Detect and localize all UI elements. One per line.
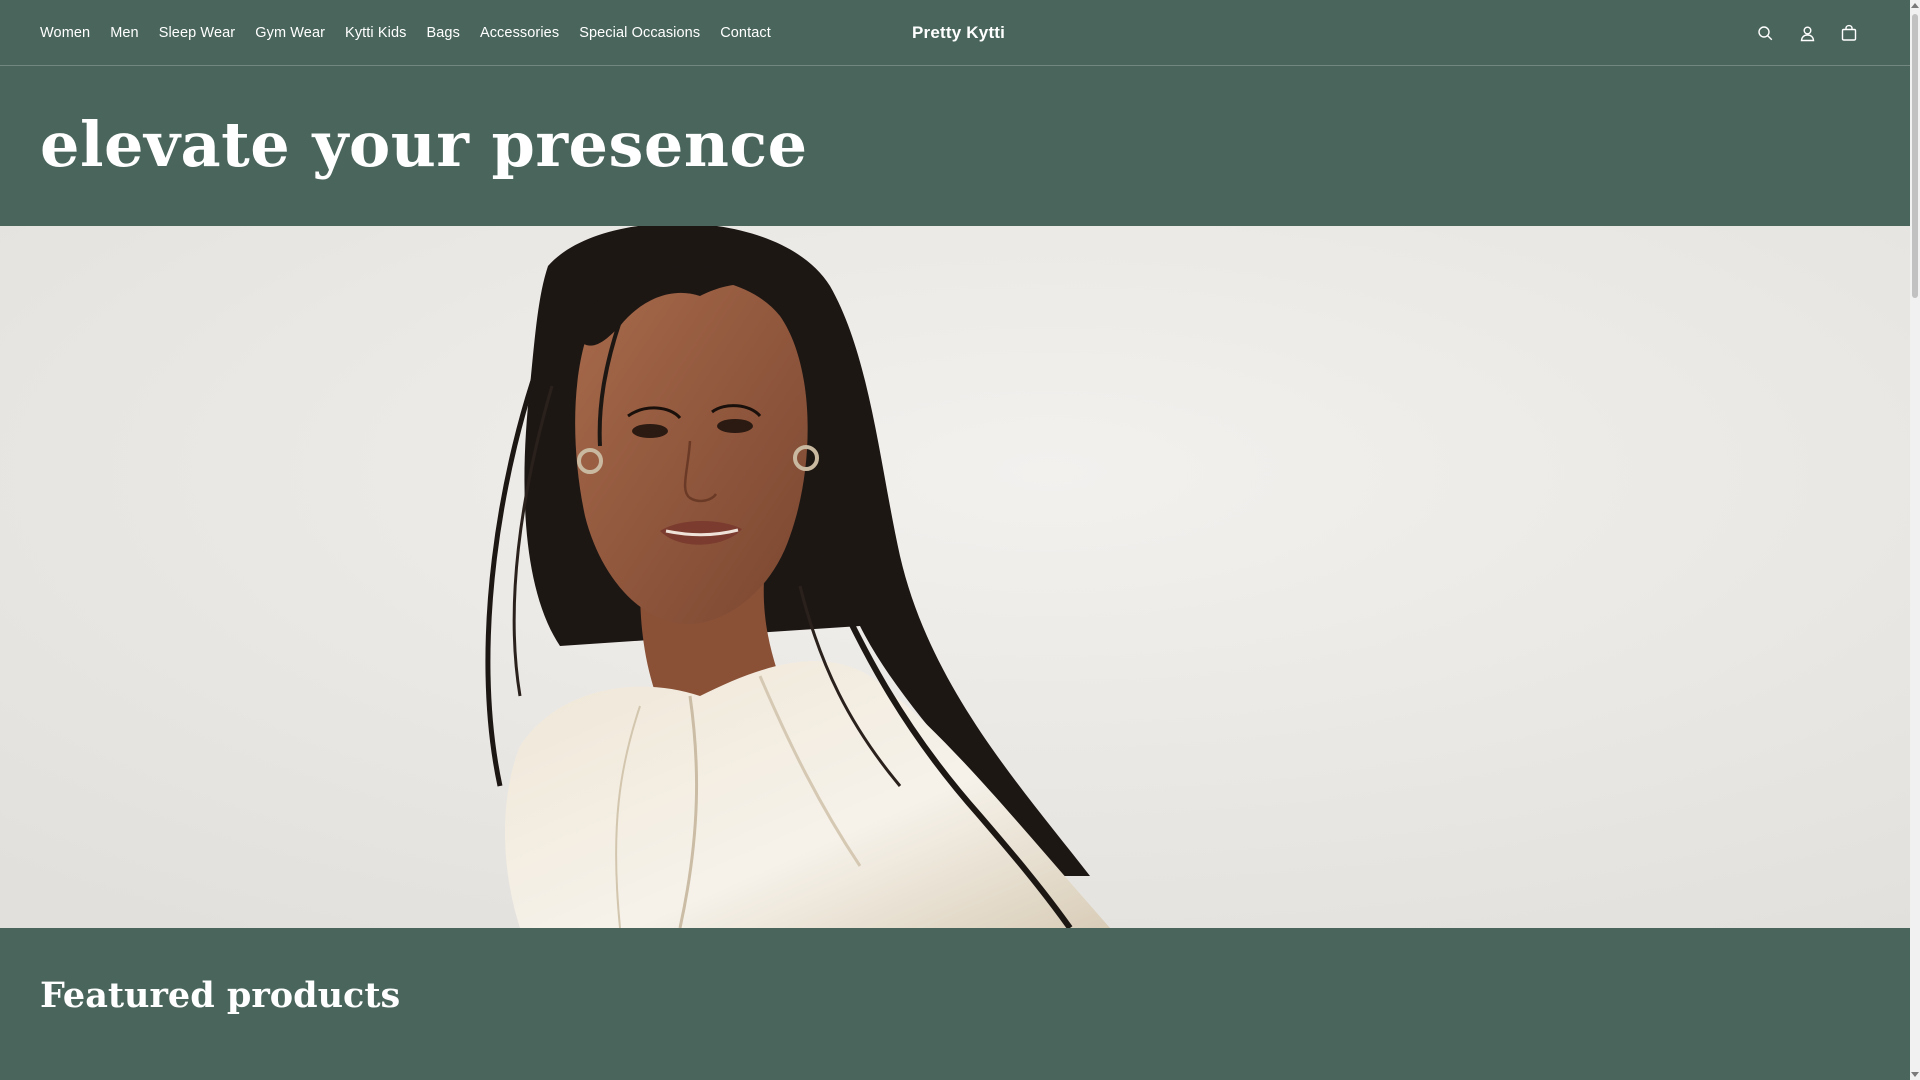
- nav-item-men[interactable]: Men: [110, 25, 139, 41]
- search-button[interactable]: [1744, 12, 1786, 54]
- site-header: Women Men Sleep Wear Gym Wear Kytti Kids…: [0, 0, 1910, 66]
- nav-item-sleep-wear[interactable]: Sleep Wear: [159, 25, 236, 41]
- hero-title: elevate your presence: [40, 108, 808, 181]
- cart-icon: [1840, 24, 1858, 42]
- nav-item-kytti-kids[interactable]: Kytti Kids: [345, 25, 406, 41]
- account-button[interactable]: [1786, 12, 1828, 54]
- nav-item-women[interactable]: Women: [40, 25, 90, 41]
- page-scrollbar[interactable]: [1910, 0, 1920, 1080]
- account-icon: [1799, 25, 1816, 42]
- featured-products-title: Featured products: [40, 975, 401, 1016]
- nav-item-bags[interactable]: Bags: [426, 25, 459, 41]
- main-nav: Women Men Sleep Wear Gym Wear Kytti Kids…: [40, 0, 791, 66]
- search-icon: [1757, 25, 1774, 42]
- header-icons: [1744, 0, 1870, 66]
- scroll-down-arrow-icon[interactable]: [1911, 1072, 1919, 1077]
- brand-logo[interactable]: Pretty Kytti: [912, 0, 1005, 66]
- model-photo: [0, 226, 1910, 928]
- nav-item-gym-wear[interactable]: Gym Wear: [255, 25, 325, 41]
- hero-image[interactable]: [0, 226, 1910, 928]
- page: Women Men Sleep Wear Gym Wear Kytti Kids…: [0, 0, 1910, 1080]
- scroll-up-arrow-icon[interactable]: [1911, 3, 1919, 8]
- cart-button[interactable]: [1828, 12, 1870, 54]
- nav-item-contact[interactable]: Contact: [720, 25, 771, 41]
- nav-item-accessories[interactable]: Accessories: [480, 25, 559, 41]
- nav-item-special-occasions[interactable]: Special Occasions: [579, 25, 700, 41]
- scrollbar-thumb[interactable]: [1912, 14, 1918, 298]
